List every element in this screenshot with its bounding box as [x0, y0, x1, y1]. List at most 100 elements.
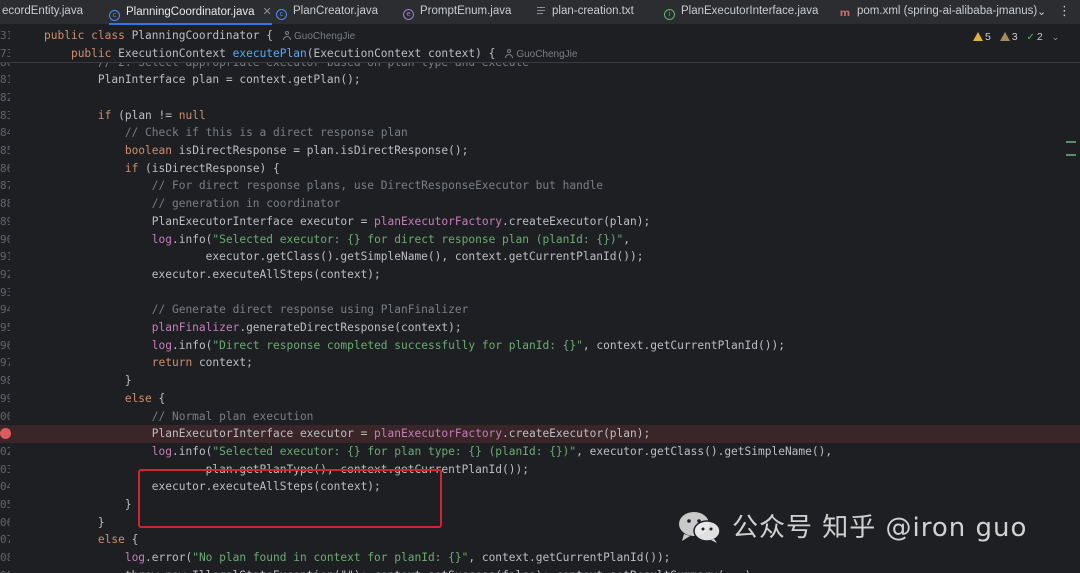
author-name: GuoChengJie — [294, 31, 356, 42]
editor-tab[interactable]: c PlanningCoordinator.java ✕ — [109, 0, 272, 25]
line-number[interactable]: 92 — [0, 266, 10, 284]
line-number[interactable]: 31 — [0, 27, 10, 45]
tab-label: PlanCreator.java — [293, 5, 379, 17]
line-number[interactable]: 99 — [0, 390, 10, 408]
code-text: public class PlanningCoordinator {GuoChe… — [44, 27, 355, 46]
code-line[interactable]: 90 log.info("Selected executor: {} for d… — [0, 231, 1080, 249]
text-file-icon — [536, 5, 546, 16]
scroll-marker[interactable] — [1066, 154, 1076, 156]
code-author-hint[interactable]: GuoChengJie — [505, 48, 578, 60]
code-line[interactable]: 91 executor.getClass().getSimpleName(), … — [0, 248, 1080, 266]
line-number[interactable]: 95 — [0, 319, 10, 337]
line-number[interactable]: 04 — [0, 478, 10, 496]
line-number[interactable]: 00 — [0, 408, 10, 426]
editor-tab[interactable]: m pom.xml (spring-ai-alibaba-jmanus) — [839, 0, 1037, 24]
person-icon — [505, 48, 514, 58]
code-text: PlanExecutorInterface executor = planExe… — [44, 213, 650, 231]
editor-tab[interactable]: ecordEntity.java — [2, 0, 83, 24]
code-text: if (plan != null — [44, 107, 206, 125]
sticky-code-line[interactable]: 73 public ExecutionContext executePlan(E… — [0, 45, 1080, 63]
code-line[interactable]: 01 PlanExecutorInterface executor = plan… — [0, 425, 1080, 443]
code-line[interactable]: 96 log.info("Direct response completed s… — [0, 337, 1080, 355]
code-line[interactable]: 99 else { — [0, 390, 1080, 408]
code-line[interactable]: 82 — [0, 89, 1080, 107]
more-options-icon[interactable]: ⋮ — [1058, 0, 1071, 24]
code-text: log.info("Direct response completed succ… — [44, 337, 785, 355]
code-line[interactable]: 98 } — [0, 372, 1080, 390]
code-line[interactable]: 00 // Normal plan execution — [0, 408, 1080, 426]
line-number[interactable]: 84 — [0, 124, 10, 142]
line-number[interactable]: 08 — [0, 549, 10, 567]
close-icon[interactable]: ✕ — [263, 0, 272, 23]
chevron-down-icon[interactable]: ⌄ — [1037, 0, 1046, 24]
editor-tab[interactable]: c PlanCreator.java — [276, 0, 378, 24]
line-number[interactable]: 94 — [0, 301, 10, 319]
code-line[interactable]: 89 PlanExecutorInterface executor = plan… — [0, 213, 1080, 231]
line-number[interactable]: 90 — [0, 231, 10, 249]
code-line[interactable]: 94 // Generate direct response using Pla… — [0, 301, 1080, 319]
code-line[interactable]: 86 if (isDirectResponse) { — [0, 160, 1080, 178]
line-number[interactable]: 89 — [0, 213, 10, 231]
code-line[interactable]: 81 PlanInterface plan = context.getPlan(… — [0, 71, 1080, 89]
code-token: log — [151, 444, 172, 458]
line-number[interactable]: 03 — [0, 461, 10, 479]
line-number[interactable]: 98 — [0, 372, 10, 390]
line-number[interactable]: 96 — [0, 337, 10, 355]
author-name: GuoChengJie — [516, 48, 578, 60]
line-number[interactable]: 86 — [0, 160, 10, 178]
sticky-code-line[interactable]: 31 public class PlanningCoordinator {GuoC… — [0, 27, 1080, 45]
code-token: .createExecutor(plan); — [502, 214, 651, 228]
code-line[interactable]: 02 log.info("Selected executor: {} for p… — [0, 443, 1080, 461]
line-number[interactable]: 09 — [0, 567, 10, 573]
code-line[interactable]: 97 return context; — [0, 354, 1080, 372]
code-line[interactable]: 83 if (plan != null — [0, 107, 1080, 125]
code-line[interactable]: 85 boolean isDirectResponse = plan.isDir… — [0, 142, 1080, 160]
code-line[interactable]: 93 — [0, 284, 1080, 302]
line-number[interactable]: 82 — [0, 89, 10, 107]
code-token: .generateDirectResponse(context); — [239, 321, 462, 334]
line-number[interactable]: 91 — [0, 248, 10, 266]
code-text: } — [44, 372, 132, 390]
line-number[interactable]: 83 — [0, 107, 10, 125]
code-token: PlanInterface plan = context.getPlan(); — [44, 73, 361, 87]
code-token: } — [44, 498, 132, 511]
code-token: "No plan found in context for planId: {}… — [192, 551, 469, 565]
code-line[interactable]: 09 throw new IllegalStateException(""); … — [0, 567, 1080, 573]
line-number[interactable]: 93 — [0, 284, 10, 302]
java-class-icon: c — [276, 9, 287, 20]
highlight-annotation-box — [138, 469, 442, 528]
code-token: log — [151, 338, 172, 352]
line-number[interactable]: 07 — [0, 531, 10, 549]
code-text: } — [44, 514, 105, 532]
line-number[interactable]: 88 — [0, 195, 10, 213]
code-token: isDirectResponse = plan.isDirectResponse… — [171, 144, 469, 157]
code-token: planFinalizer — [44, 321, 240, 334]
line-number[interactable]: 87 — [0, 177, 10, 195]
editor-tab[interactable]: i PlanExecutorInterface.java — [664, 0, 818, 24]
line-number[interactable]: 97 — [0, 354, 10, 372]
code-token: .info( — [172, 232, 213, 246]
code-line[interactable]: 95 planFinalizer.generateDirectResponse(… — [0, 319, 1080, 337]
code-line[interactable]: 88 // generation in coordinator — [0, 195, 1080, 213]
code-author-hint[interactable]: GuoChengJie — [283, 31, 355, 42]
line-number[interactable]: 06 — [0, 514, 10, 532]
expand-chevron-icon[interactable]: ⌄ — [1052, 33, 1060, 43]
scroll-marker[interactable] — [1066, 141, 1076, 143]
code-token: PlanExecutorInterface executor = — [44, 427, 375, 441]
editor-tab[interactable]: plan-creation.txt — [536, 0, 634, 24]
editor-tab[interactable]: e PromptEnum.java — [403, 0, 511, 24]
inspection-widget[interactable]: 5 3 ✓ 2 ⌄ — [973, 31, 1059, 43]
code-token: else — [124, 391, 152, 405]
line-number[interactable]: 02 — [0, 443, 10, 461]
line-number[interactable]: 85 — [0, 142, 10, 160]
code-line[interactable]: 92 executor.executeAllSteps(context); — [0, 266, 1080, 284]
code-token: } — [44, 515, 105, 529]
code-line[interactable]: 08 log.error("No plan found in context f… — [0, 549, 1080, 567]
line-number[interactable]: 73 — [0, 45, 10, 63]
code-line[interactable]: 87 // For direct response plans, use Dir… — [0, 177, 1080, 195]
code-line[interactable]: 84 // Check if this is a direct response… — [0, 124, 1080, 142]
maven-icon: m — [839, 8, 851, 19]
line-number[interactable]: 81 — [0, 71, 10, 89]
line-number[interactable]: 05 — [0, 496, 10, 514]
